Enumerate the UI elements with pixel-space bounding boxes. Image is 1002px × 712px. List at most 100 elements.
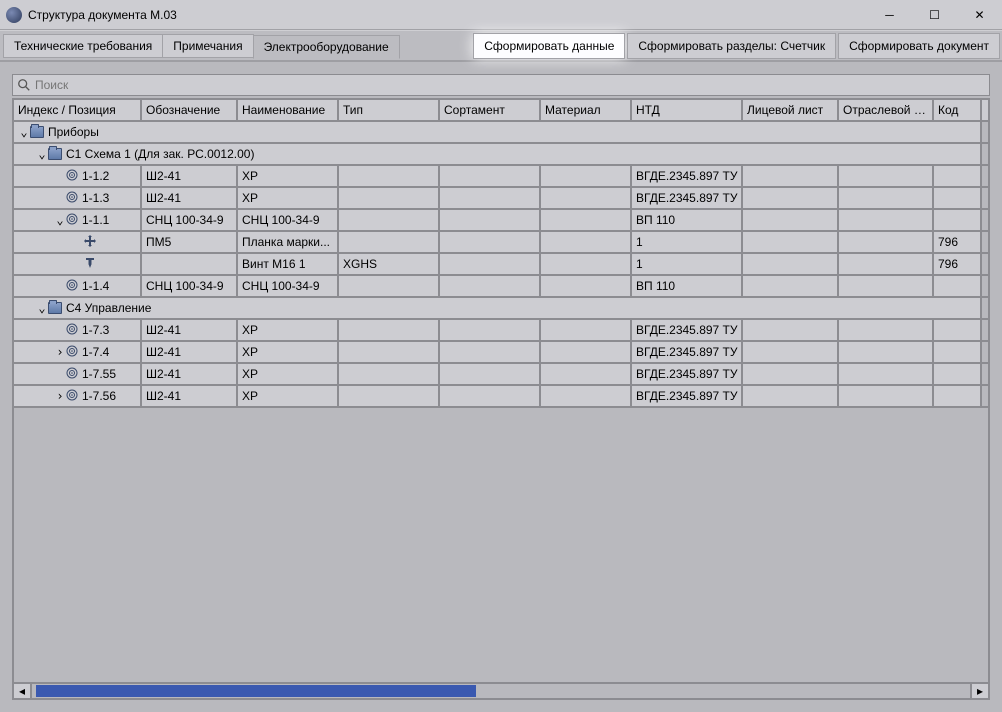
cell[interactable] — [839, 342, 934, 362]
cell[interactable]: СНЦ 100-34-9 — [142, 276, 238, 296]
header-material[interactable]: Материал — [541, 100, 632, 120]
cell[interactable]: Ш2-41 — [142, 342, 238, 362]
tab-notes[interactable]: Примечания — [162, 34, 253, 58]
cell[interactable]: Ш2-41 — [142, 320, 238, 340]
cell[interactable] — [440, 320, 541, 340]
cell[interactable] — [541, 232, 632, 252]
cell[interactable]: ХР — [238, 166, 339, 186]
cell[interactable] — [839, 232, 934, 252]
cell[interactable] — [339, 232, 440, 252]
close-button[interactable]: ✕ — [957, 0, 1002, 29]
group-row[interactable]: ⌄С1 Схема 1 (Для зак. РС.0012.00) — [14, 144, 988, 166]
cell[interactable] — [440, 386, 541, 406]
cell[interactable]: ВГДЕ.2345.897 ТУ — [632, 320, 743, 340]
cell[interactable]: ХР — [238, 386, 339, 406]
search-bar[interactable] — [12, 74, 990, 96]
cell[interactable] — [839, 320, 934, 340]
cell[interactable]: СНЦ 100-34-9 — [142, 210, 238, 230]
cell[interactable]: ХР — [238, 320, 339, 340]
cell[interactable]: Ш2-41 — [142, 386, 238, 406]
cell[interactable] — [440, 232, 541, 252]
group-row[interactable]: ⌄Приборы — [14, 122, 988, 144]
cell[interactable]: 1 — [632, 232, 743, 252]
cell[interactable]: ХР — [238, 342, 339, 362]
expand-toggle[interactable]: › — [54, 345, 66, 359]
cell[interactable] — [743, 210, 839, 230]
cell[interactable] — [440, 254, 541, 274]
cell[interactable] — [839, 166, 934, 186]
cell[interactable]: Планка марки... — [238, 232, 339, 252]
cell[interactable]: ВП 110 — [632, 210, 743, 230]
cell[interactable] — [934, 342, 982, 362]
tab-electro[interactable]: Электрооборудование — [253, 35, 400, 59]
cell[interactable]: ВГДЕ.2345.897 ТУ — [632, 342, 743, 362]
cell[interactable] — [743, 320, 839, 340]
cell[interactable] — [541, 320, 632, 340]
table-row[interactable]: ПМ5Планка марки... 1 796 — [14, 232, 988, 254]
cell[interactable]: ПМ5 — [142, 232, 238, 252]
cell[interactable] — [440, 166, 541, 186]
cell[interactable] — [142, 254, 238, 274]
cell[interactable]: Винт М16 1 — [238, 254, 339, 274]
cell[interactable] — [839, 188, 934, 208]
cell[interactable] — [934, 320, 982, 340]
horizontal-scrollbar[interactable]: ◂ ▸ — [14, 682, 988, 698]
scroll-left-arrow[interactable]: ◂ — [14, 684, 30, 698]
cell[interactable]: СНЦ 100-34-9 — [238, 276, 339, 296]
cell[interactable] — [541, 254, 632, 274]
header-industrycode[interactable]: Отраслевой код — [839, 100, 934, 120]
header-sortament[interactable]: Сортамент — [440, 100, 541, 120]
cell[interactable] — [743, 188, 839, 208]
scroll-thumb[interactable] — [36, 685, 476, 697]
table-row[interactable]: Винт М16 1XGHS1796 — [14, 254, 988, 276]
cell[interactable] — [440, 210, 541, 230]
cell[interactable] — [934, 276, 982, 296]
cell[interactable]: ВП 110 — [632, 276, 743, 296]
expand-toggle[interactable]: ⌄ — [18, 125, 30, 139]
maximize-button[interactable]: ☐ — [912, 0, 957, 29]
cell[interactable]: Ш2-41 — [142, 364, 238, 384]
cell[interactable] — [743, 364, 839, 384]
cell[interactable] — [541, 166, 632, 186]
expand-toggle[interactable]: ⌄ — [54, 213, 66, 227]
cell[interactable] — [541, 364, 632, 384]
cell[interactable] — [743, 342, 839, 362]
cell[interactable] — [339, 188, 440, 208]
cell[interactable] — [743, 232, 839, 252]
cell[interactable] — [839, 254, 934, 274]
cell[interactable]: 796 — [934, 254, 982, 274]
cell[interactable]: ХР — [238, 364, 339, 384]
cell[interactable]: 1 — [632, 254, 743, 274]
cell[interactable] — [541, 386, 632, 406]
cell[interactable] — [934, 166, 982, 186]
cell[interactable] — [339, 166, 440, 186]
cell[interactable] — [839, 386, 934, 406]
cell[interactable] — [934, 386, 982, 406]
cell[interactable] — [934, 210, 982, 230]
expand-toggle[interactable]: › — [54, 389, 66, 403]
header-facesheet[interactable]: Лицевой лист — [743, 100, 839, 120]
cell[interactable]: СНЦ 100-34-9 — [238, 210, 339, 230]
cell[interactable] — [541, 188, 632, 208]
table-row[interactable]: ⌄1-1.1СНЦ 100-34-9СНЦ 100-34-9ВП 110 — [14, 210, 988, 232]
cell[interactable]: 796 — [934, 232, 982, 252]
cell[interactable] — [339, 364, 440, 384]
cell[interactable] — [743, 276, 839, 296]
table-row[interactable]: 1-7.55Ш2-41ХРВГДЕ.2345.897 ТУ — [14, 364, 988, 386]
cell[interactable] — [440, 364, 541, 384]
cell[interactable] — [541, 210, 632, 230]
generate-data-button[interactable]: Сформировать данные — [473, 33, 625, 59]
cell[interactable] — [541, 276, 632, 296]
cell[interactable]: ВГДЕ.2345.897 ТУ — [632, 188, 743, 208]
cell[interactable] — [839, 276, 934, 296]
generate-sections-button[interactable]: Сформировать разделы: Счетчик — [627, 33, 836, 59]
tab-tech-req[interactable]: Технические требования — [3, 34, 163, 58]
cell[interactable] — [339, 276, 440, 296]
table-row[interactable]: ›1-7.4Ш2-41ХРВГДЕ.2345.897 ТУ — [14, 342, 988, 364]
expand-toggle[interactable]: ⌄ — [36, 147, 48, 161]
cell[interactable] — [743, 166, 839, 186]
cell[interactable] — [440, 188, 541, 208]
cell[interactable] — [440, 276, 541, 296]
header-type[interactable]: Тип — [339, 100, 440, 120]
table-row[interactable]: 1-1.2Ш2-41ХРВГДЕ.2345.897 ТУ — [14, 166, 988, 188]
